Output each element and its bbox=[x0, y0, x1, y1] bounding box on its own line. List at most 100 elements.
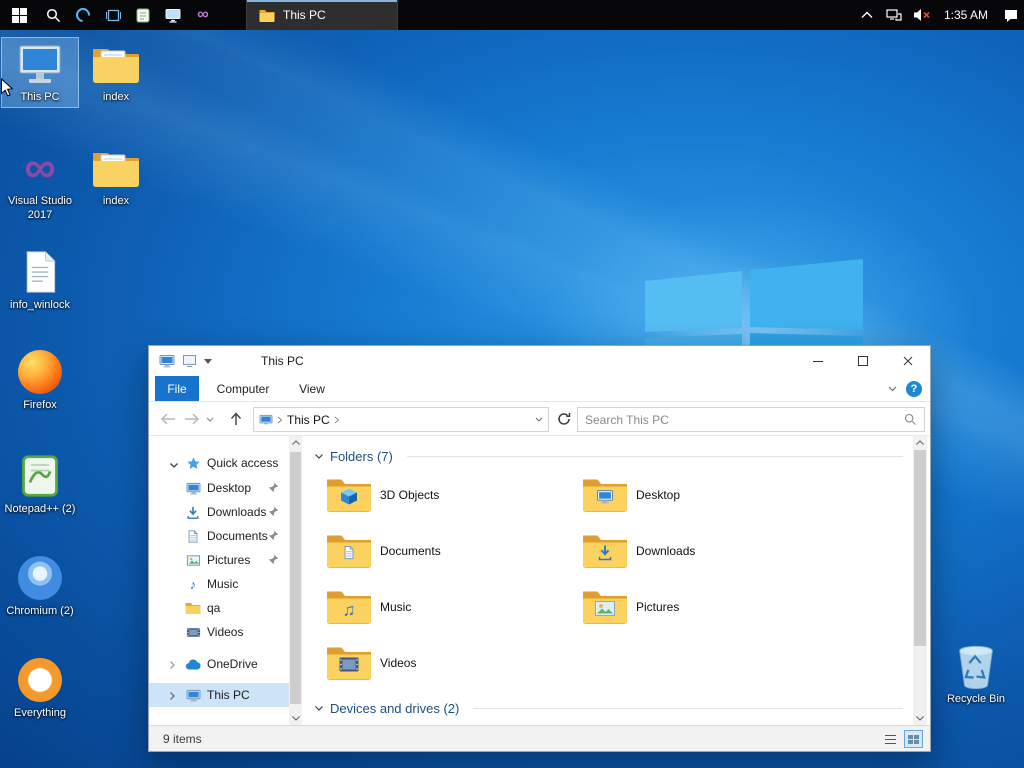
sidebar-item-downloads[interactable]: Downloads bbox=[149, 500, 289, 524]
sidebar-item-quick-access[interactable]: Quick access bbox=[149, 451, 289, 475]
ribbon-tabs: File Computer View ? bbox=[149, 376, 930, 402]
desktop-icon-info-winlock[interactable]: info_winlock bbox=[2, 246, 78, 315]
sidebar-item-this-pc[interactable]: This PC bbox=[149, 683, 289, 707]
edge-taskbar-button[interactable] bbox=[68, 0, 98, 30]
refresh-button[interactable] bbox=[553, 407, 575, 431]
folder-tile-downloads[interactable]: Downloads bbox=[572, 525, 822, 577]
up-button[interactable] bbox=[225, 407, 247, 431]
qat-customize-dropdown[interactable] bbox=[204, 346, 212, 376]
desktop-icon-firefox[interactable]: Firefox bbox=[2, 346, 78, 415]
scroll-up-button[interactable] bbox=[913, 436, 927, 449]
navigation-pane-scrollbar[interactable] bbox=[289, 436, 302, 725]
folder-tile-pictures[interactable]: Pictures bbox=[572, 581, 822, 633]
desktop-icon-recycle-bin[interactable]: Recycle Bin bbox=[938, 640, 1014, 709]
scroll-down-button[interactable] bbox=[913, 712, 927, 725]
desktop-icon-chromium[interactable]: Chromium (2) bbox=[2, 552, 78, 621]
desktop-icon-label: Visual Studio 2017 bbox=[7, 195, 72, 221]
tab-file[interactable]: File bbox=[155, 376, 199, 401]
desktop-icon-everything[interactable]: Everything bbox=[2, 654, 78, 723]
window-system-icon[interactable] bbox=[159, 346, 175, 376]
minimize-button[interactable] bbox=[795, 346, 840, 376]
folder-icon bbox=[582, 587, 628, 625]
notepad-icon bbox=[136, 8, 150, 22]
desktop-icon-notepadpp[interactable]: Notepad++ (2) bbox=[2, 450, 78, 519]
chevron-up-icon bbox=[861, 11, 873, 18]
this-pc-icon bbox=[16, 40, 64, 88]
taskbar: ∞ This PC 1:35 AM bbox=[0, 0, 1024, 30]
scrollbar-thumb[interactable] bbox=[914, 450, 926, 646]
edge-icon bbox=[73, 5, 93, 25]
this-pc-taskbar-button[interactable] bbox=[158, 0, 188, 30]
sidebar-item-videos[interactable]: Videos bbox=[149, 620, 289, 644]
chevron-collapsed-icon[interactable] bbox=[169, 690, 176, 704]
onedrive-cloud-icon bbox=[185, 656, 201, 672]
folder-tile-desktop[interactable]: Desktop bbox=[572, 469, 822, 521]
scrollbar-thumb[interactable] bbox=[290, 452, 301, 704]
back-button[interactable] bbox=[157, 407, 179, 431]
notepadpp-icon bbox=[16, 452, 64, 500]
sidebar-item-pictures[interactable]: Pictures bbox=[149, 548, 289, 572]
large-icons-view-button[interactable] bbox=[904, 730, 923, 748]
notepadpp-taskbar-button[interactable] bbox=[128, 0, 158, 30]
search-button[interactable] bbox=[38, 0, 68, 30]
desktop-icon-visual-studio[interactable]: ∞ Visual Studio 2017 bbox=[2, 142, 78, 225]
help-button[interactable]: ? bbox=[903, 376, 925, 401]
taskbar-clock[interactable]: 1:35 AM bbox=[935, 0, 997, 30]
folder-tile-documents[interactable]: Documents bbox=[316, 525, 566, 577]
desktop-icon-index-1[interactable]: index bbox=[78, 38, 154, 107]
folder-tile-music[interactable]: ♫ Music bbox=[316, 581, 566, 633]
chevron-collapsed-icon[interactable] bbox=[169, 659, 176, 673]
taskbar-button-this-pc[interactable]: This PC bbox=[246, 0, 398, 30]
sidebar-item-label: This PC bbox=[207, 688, 250, 702]
collapse-chevron-icon[interactable] bbox=[314, 449, 324, 463]
chevron-down-icon bbox=[535, 417, 542, 422]
maximize-button[interactable] bbox=[840, 346, 885, 376]
sidebar-item-label: Desktop bbox=[207, 481, 252, 495]
network-icon bbox=[886, 9, 903, 21]
desktop-icon-label: Chromium (2) bbox=[6, 605, 74, 617]
address-bar[interactable]: This PC bbox=[253, 407, 549, 432]
address-dropdown-button[interactable] bbox=[529, 408, 548, 431]
file-list: Folders (7) 3D Objects Desktop Documents… bbox=[302, 436, 913, 725]
folder-tile-videos[interactable]: Videos bbox=[316, 637, 566, 689]
volume-tray-button[interactable] bbox=[908, 0, 935, 30]
desktop-icon-this-pc[interactable]: This PC bbox=[1, 37, 79, 108]
pin-icon bbox=[268, 482, 279, 496]
title-bar[interactable]: This PC bbox=[149, 346, 930, 376]
chevron-expanded-icon[interactable] bbox=[169, 458, 179, 472]
start-button[interactable] bbox=[0, 0, 38, 30]
recent-locations-button[interactable] bbox=[203, 407, 217, 431]
collapse-chevron-icon[interactable] bbox=[314, 701, 324, 715]
tray-expand-button[interactable] bbox=[854, 0, 881, 30]
forward-button[interactable] bbox=[181, 407, 203, 431]
visual-studio-taskbar-button[interactable]: ∞ bbox=[188, 0, 218, 30]
task-view-button[interactable] bbox=[98, 0, 128, 30]
folder-icon bbox=[185, 600, 201, 616]
sidebar-item-onedrive[interactable]: OneDrive bbox=[149, 652, 289, 676]
close-button[interactable] bbox=[885, 346, 930, 376]
action-center-button[interactable] bbox=[997, 0, 1024, 30]
breadcrumb-this-pc[interactable]: This PC bbox=[283, 413, 334, 427]
details-view-button[interactable] bbox=[881, 730, 900, 748]
content-scrollbar[interactable] bbox=[913, 436, 927, 725]
sidebar-item-qa[interactable]: qa bbox=[149, 596, 289, 620]
desktop-icon-index-2[interactable]: index bbox=[78, 142, 154, 211]
folder-icon bbox=[582, 475, 628, 513]
qat-properties-icon[interactable] bbox=[183, 346, 196, 376]
group-header-label: Folders (7) bbox=[330, 448, 393, 464]
sidebar-item-label: Quick access bbox=[207, 456, 279, 470]
folder-tile-3d-objects[interactable]: 3D Objects bbox=[316, 469, 566, 521]
tab-view[interactable]: View bbox=[287, 376, 337, 401]
tab-computer[interactable]: Computer bbox=[207, 376, 279, 401]
scroll-down-button[interactable] bbox=[289, 712, 302, 725]
scroll-up-button[interactable] bbox=[289, 436, 302, 449]
sidebar-item-desktop[interactable]: Desktop bbox=[149, 476, 289, 500]
search-input[interactable] bbox=[585, 412, 904, 427]
sidebar-item-music[interactable]: ♪ Music bbox=[149, 572, 289, 596]
3d-cube-icon bbox=[340, 487, 358, 508]
sidebar-item-documents[interactable]: Documents bbox=[149, 524, 289, 548]
chevron-down-icon bbox=[888, 386, 896, 391]
task-view-icon bbox=[105, 9, 121, 21]
expand-ribbon-button[interactable] bbox=[882, 376, 902, 401]
network-tray-button[interactable] bbox=[881, 0, 908, 30]
